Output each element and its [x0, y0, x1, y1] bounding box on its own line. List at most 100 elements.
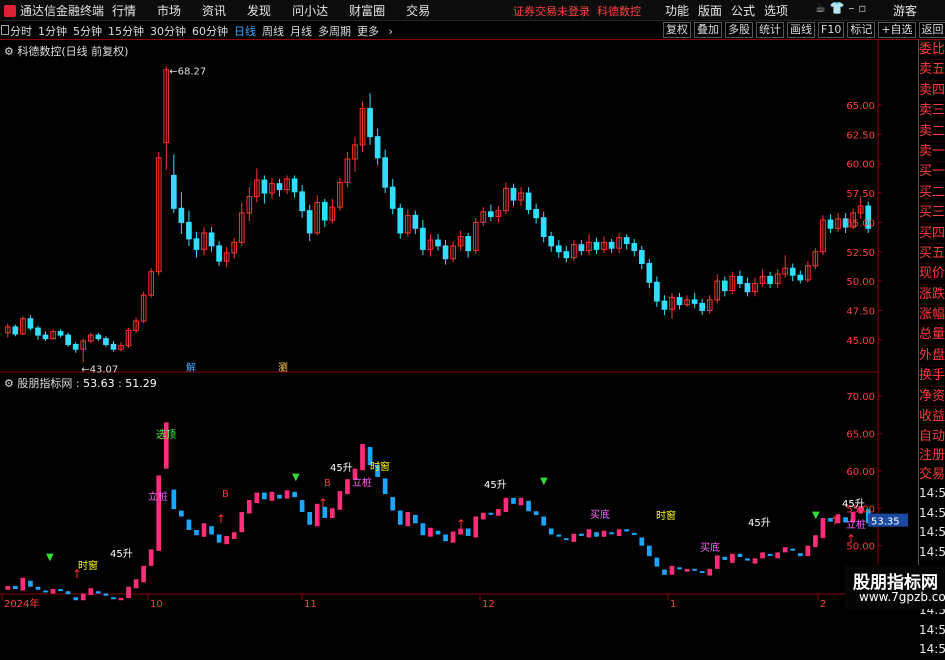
- tab-1min[interactable]: 1分钟: [38, 25, 67, 38]
- candle-body: [721, 280, 728, 292]
- menu-layout[interactable]: 版面: [698, 4, 722, 18]
- tab-daily[interactable]: 日线: [234, 25, 256, 38]
- tab-weekly[interactable]: 周线: [262, 25, 284, 38]
- cup-icon[interactable]: ☕: [815, 1, 826, 15]
- price-tick-label: 60.00: [846, 160, 875, 171]
- sidebar-action-1[interactable]: 注册: [919, 446, 945, 465]
- buy-arrow-icon: ↑: [318, 496, 328, 510]
- candle-body: [646, 262, 653, 283]
- tab-monthly[interactable]: 月线: [290, 25, 312, 38]
- sidebar-field-14: 总量: [919, 325, 945, 346]
- overlay-button[interactable]: 叠加: [694, 22, 722, 38]
- shirt-icon[interactable]: 👕: [830, 1, 845, 15]
- indicator-bar: [586, 529, 592, 538]
- sell-arrow-icon: ▼: [292, 472, 300, 483]
- menu-discover[interactable]: 发现: [247, 4, 271, 18]
- candle-body: [661, 300, 668, 310]
- login-notice[interactable]: 证券交易未登录 科德数控: [513, 3, 641, 19]
- indicator-bar: [616, 529, 622, 536]
- menu-functions[interactable]: 功能: [665, 4, 689, 18]
- menu-wealth[interactable]: 财富圈: [349, 4, 385, 18]
- candle-body: [420, 227, 426, 250]
- menu-formula[interactable]: 公式: [731, 4, 755, 18]
- indicator-signal-label: 选顶: [156, 428, 176, 441]
- candle-body: [27, 318, 34, 329]
- sidebar-time-3: 14:56: [919, 544, 945, 559]
- indicator-bar: [35, 586, 41, 590]
- tab-multi-period[interactable]: 多周期: [318, 25, 351, 38]
- app-title: 通达信金融终端: [4, 2, 104, 19]
- candle-body: [12, 326, 19, 335]
- indicator-signal-label: 买底: [590, 508, 610, 521]
- tab-60min[interactable]: 60分钟: [192, 25, 228, 38]
- sidebar-action-2[interactable]: 交易: [919, 465, 945, 484]
- tab-timeshare[interactable]: 分时: [10, 25, 32, 38]
- mark-button[interactable]: 标记: [847, 22, 876, 38]
- buy-arrow-icon: ↑: [846, 532, 856, 546]
- multi-stock-button[interactable]: 多股: [725, 22, 753, 38]
- indicator-bar: [752, 558, 758, 564]
- period-toolbar: 分时 1分钟 5分钟 15分钟 30分钟 60分钟 日线 周线 月线 多周期 更多 › 复权 叠加 多股…: [0, 21, 945, 40]
- menu-market[interactable]: 市场: [157, 4, 181, 18]
- sidebar-time-0: 14:56: [919, 486, 945, 501]
- add-watchlist-button[interactable]: +自选: [878, 22, 916, 38]
- menu-trade[interactable]: 交易: [406, 4, 430, 18]
- draw-line-button[interactable]: 画线: [787, 22, 815, 38]
- indicator-bar: [254, 492, 260, 504]
- indicator-bar: [292, 491, 297, 498]
- back-button[interactable]: 返回: [918, 22, 945, 38]
- candle-body: [442, 245, 449, 260]
- candle-body: [57, 331, 64, 336]
- menu-quotes[interactable]: 行情: [112, 4, 136, 18]
- indicator-bar: [813, 535, 818, 548]
- time-tick-label: 10: [150, 599, 163, 609]
- indicator-bar: [58, 589, 63, 592]
- restore-rights-button[interactable]: 复权: [663, 22, 691, 38]
- tab-15min[interactable]: 15分钟: [108, 25, 144, 38]
- candle-body: [789, 267, 796, 276]
- sidebar-field-15: 外盘: [919, 346, 945, 367]
- indicator-bar: [609, 532, 614, 535]
- indicator-signal-label: 45升: [330, 462, 353, 474]
- candle-body: [374, 136, 381, 159]
- maximize-icon[interactable]: ▫: [858, 1, 866, 15]
- kline-chart[interactable]: 65.00 62.50 60.00 57.50 55.00 52.50 50.00 47.50…: [0, 40, 918, 609]
- stats-button[interactable]: 统计: [756, 22, 784, 38]
- indicator-signal-label: 45升: [748, 517, 771, 529]
- sidebar-action-0[interactable]: 自动: [919, 427, 945, 446]
- indicator-bar: [548, 528, 554, 535]
- candle-body: [186, 221, 192, 240]
- indicator-signal-label: B: [222, 489, 229, 500]
- chart-labels: ←68.27←43.07 解瀏选顶立桩立桩立桩45升45升45升45升45升时窗时…: [46, 67, 866, 581]
- indicator-bar: [96, 591, 101, 594]
- toolbar-toggle-icon[interactable]: [1, 25, 9, 35]
- indicator-bar: [707, 568, 713, 576]
- menu-news[interactable]: 资讯: [202, 4, 226, 18]
- candle-body: [737, 275, 743, 284]
- candle-body: [35, 327, 41, 336]
- indicator-bar: [797, 553, 803, 557]
- menu-options[interactable]: 选项: [764, 4, 788, 18]
- indicator-bar: [209, 526, 214, 535]
- candle-body: [525, 192, 532, 210]
- f10-button[interactable]: F10: [818, 22, 845, 38]
- candle-body: [608, 241, 615, 249]
- indicator-bar: [730, 553, 735, 563]
- sidebar-field-8: 买三: [919, 203, 945, 224]
- candle-body: [193, 238, 200, 250]
- price-tick-label: 52.50: [846, 248, 875, 259]
- tab-30min[interactable]: 30分钟: [150, 25, 186, 38]
- guest-label[interactable]: 游客: [893, 2, 917, 19]
- indicator-bar: [382, 478, 388, 495]
- price-tick-label: 62.50: [846, 130, 875, 141]
- sidebar-field-6: 买一: [919, 162, 945, 183]
- tab-5min[interactable]: 5分钟: [73, 25, 102, 38]
- sidebar-field-11: 现价: [919, 264, 945, 285]
- menu-ask[interactable]: 问小达: [292, 4, 328, 18]
- tab-more[interactable]: 更多 ›: [357, 25, 393, 38]
- minimize-icon[interactable]: –: [848, 1, 854, 15]
- watermark: 股朋指标网 www.7gpzb.com: [845, 565, 945, 609]
- indicator-bar: [767, 553, 773, 556]
- indicator-signal-label: 立桩: [352, 476, 372, 489]
- indicator-bar: [654, 557, 660, 567]
